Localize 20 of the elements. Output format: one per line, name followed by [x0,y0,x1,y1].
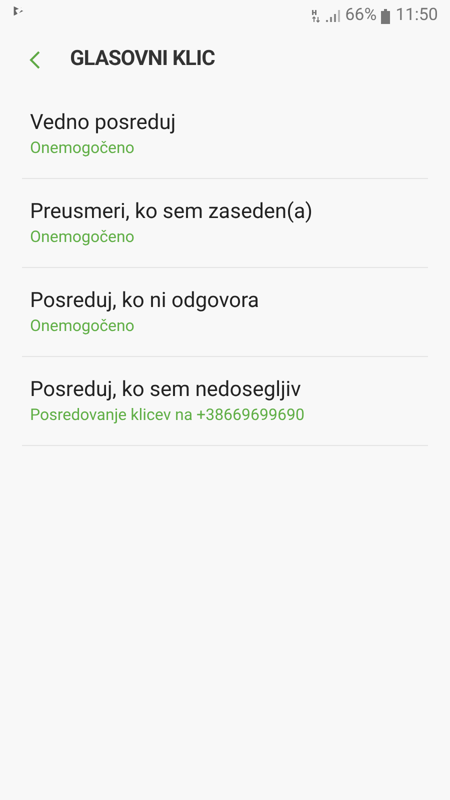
item-title: Posreduj, ko sem nedosegljiv [30,377,302,404]
screen-title: GLASOVNI KLIC [70,46,215,74]
battery-icon [380,8,390,24]
item-title: Posreduj, ko ni odgovora [30,288,260,315]
signal-icon [325,9,342,23]
back-icon [29,50,41,70]
item-summary: Onemogočeno [30,226,136,248]
settings-item[interactable]: Preusmeri, ko sem zaseden(a) Onemogočeno [22,179,428,268]
item-title: Preusmeri, ko sem zaseden(a) [30,199,314,226]
item-summary: Onemogočeno [30,315,136,337]
item-title: Vedno posreduj [30,110,177,137]
clock: 11:50 [396,4,438,28]
item-summary: Posredovanje klicev na +38669699690 [30,404,306,426]
item-summary: Onemogočeno [30,137,136,159]
settings-item[interactable]: Posreduj, ko ni odgovora Onemogočeno [22,268,428,357]
settings-item[interactable]: Posreduj, ko sem nedosegljiv Posredovanje klicev na +38669699690 [22,357,428,446]
battery-percentage: 66% [345,4,377,28]
settings-item[interactable]: Vedno posreduj Onemogočeno [22,90,428,179]
network-type-icon [311,9,322,23]
notification-icon [12,4,26,18]
